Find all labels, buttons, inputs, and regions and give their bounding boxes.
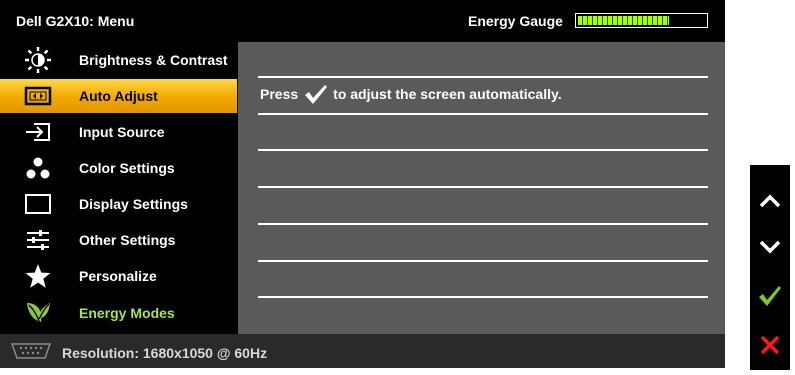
menu-item-label: Input Source [79, 124, 165, 140]
monitor-buttons [750, 165, 790, 370]
divider [258, 260, 708, 262]
title-bar: Dell G2X10: Menu Energy Gauge [0, 0, 725, 42]
menu-item-color-settings[interactable]: Color Settings [0, 151, 237, 185]
divider [258, 186, 708, 188]
menu-item-other-settings[interactable]: Other Settings [0, 223, 237, 257]
menu-item-display-settings[interactable]: Display Settings [0, 187, 237, 221]
divider [258, 149, 708, 151]
press-text: Press [260, 86, 299, 102]
menu-list: Brightness & Contrast Auto Adjust Input … [0, 42, 237, 334]
vga-connector-icon [10, 343, 52, 364]
energy-gauge-label: Energy Gauge [468, 13, 563, 29]
auto-adjust-instruction: Press to adjust the screen automatically… [260, 83, 562, 105]
menu-item-label: Auto Adjust [79, 88, 158, 104]
brightness-icon [24, 46, 52, 74]
up-arrow-icon [759, 194, 781, 208]
color-settings-icon [24, 154, 52, 182]
close-icon [760, 335, 780, 355]
check-icon [305, 85, 328, 104]
energy-gauge-fill [578, 16, 670, 25]
menu-item-label: Other Settings [79, 232, 176, 248]
input-source-icon [24, 118, 52, 146]
confirm-button[interactable] [750, 276, 790, 316]
osd-menu: Dell G2X10: Menu Energy Gauge Brightness… [0, 0, 725, 368]
menu-item-label: Energy Modes [79, 305, 175, 321]
content-panel: Press to adjust the screen automatically… [238, 42, 725, 334]
leaf-icon [24, 299, 52, 327]
menu-item-label: Display Settings [79, 196, 188, 212]
menu-item-input-source[interactable]: Input Source [0, 115, 237, 149]
menu-item-label: Personalize [79, 268, 157, 284]
status-bar: Resolution: 1680x1050 @ 60Hz [0, 334, 725, 368]
menu-item-label: Color Settings [79, 160, 175, 176]
divider [258, 296, 708, 298]
other-settings-icon [24, 226, 52, 254]
exit-button[interactable] [750, 325, 790, 365]
menu-item-brightness-contrast[interactable]: Brightness & Contrast [0, 43, 237, 77]
divider [258, 223, 708, 225]
display-settings-icon [24, 190, 52, 218]
menu-item-label: Brightness & Contrast [79, 52, 228, 68]
auto-adjust-icon [24, 82, 52, 110]
adjust-text: to adjust the screen automatically. [333, 86, 562, 102]
menu-item-energy-modes[interactable]: Energy Modes [0, 296, 237, 330]
star-icon [24, 262, 52, 290]
check-icon [759, 286, 781, 306]
menu-title: Dell G2X10: Menu [16, 13, 135, 29]
divider [258, 113, 708, 115]
menu-item-auto-adjust[interactable]: Auto Adjust [0, 79, 237, 113]
divider [258, 76, 708, 78]
down-button[interactable] [750, 227, 790, 267]
resolution-text: Resolution: 1680x1050 @ 60Hz [62, 345, 268, 361]
menu-item-personalize[interactable]: Personalize [0, 259, 237, 293]
up-button[interactable] [750, 181, 790, 221]
energy-gauge [575, 13, 708, 28]
down-arrow-icon [759, 240, 781, 254]
